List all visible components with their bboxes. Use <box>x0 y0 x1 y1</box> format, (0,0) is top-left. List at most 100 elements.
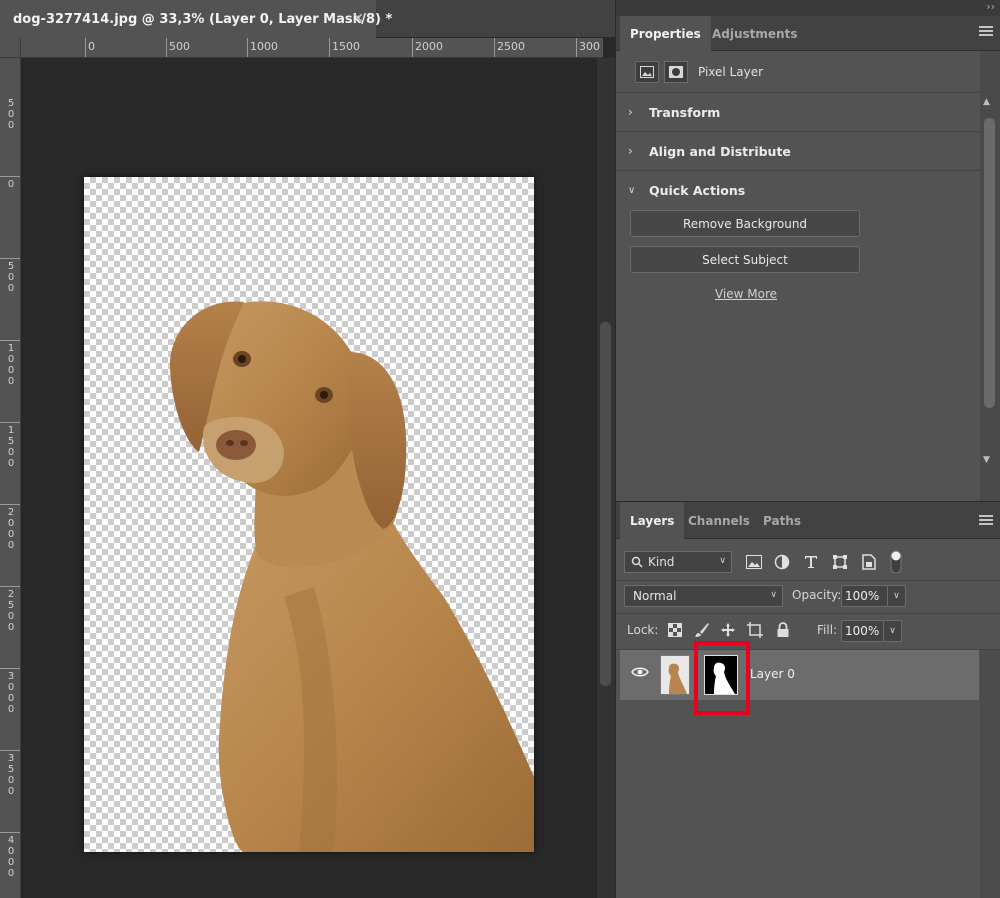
eye-icon[interactable] <box>631 666 649 682</box>
ruler-tick <box>0 586 20 587</box>
ruler-label: 1500 <box>7 425 15 469</box>
layer-name: Layer 0 <box>750 667 795 681</box>
ruler-tick <box>247 38 248 57</box>
image-filter-icon[interactable] <box>744 552 764 572</box>
scroll-down-icon[interactable]: ▼ <box>983 455 990 465</box>
tab-channels[interactable]: Channels <box>678 502 760 539</box>
section-transform[interactable]: › Transform <box>616 93 980 132</box>
lock-label: Lock: <box>627 623 659 637</box>
ruler-label: 4000 <box>7 835 15 879</box>
layer-thumbnail[interactable] <box>660 655 690 695</box>
panel-dock: ›› Properties Adjustments Pixel Layer › … <box>615 0 1000 898</box>
document-canvas[interactable] <box>84 177 534 852</box>
ruler-tick <box>0 832 20 833</box>
ruler-label: 3500 <box>7 753 15 797</box>
divider <box>616 613 1000 614</box>
filter-kind-select[interactable]: Kind ∨ <box>624 551 732 573</box>
section-transform-title: Transform <box>649 104 721 120</box>
tab-paths[interactable]: Paths <box>753 502 811 539</box>
scroll-up-icon[interactable]: ▲ <box>983 97 990 107</box>
ruler-tick <box>0 504 20 505</box>
shape-filter-icon[interactable] <box>830 552 850 572</box>
lock-position-icon[interactable] <box>719 621 737 639</box>
properties-scrollbar-thumb[interactable] <box>984 118 995 408</box>
ruler-tick <box>0 258 20 259</box>
document-tab[interactable]: dog-3277414.jpg @ 33,3% (Layer 0, Layer … <box>0 0 392 38</box>
panel-menu-icon[interactable] <box>979 26 993 38</box>
mask-icon[interactable] <box>664 61 688 83</box>
ruler-tick <box>0 422 20 423</box>
chevron-right-icon: › <box>628 105 633 119</box>
ruler-tick <box>0 750 20 751</box>
properties-panel: Pixel Layer › Transform › Align and Dist… <box>616 51 1000 501</box>
fill-dropdown-icon[interactable]: ∨ <box>884 620 902 642</box>
filter-toggle-icon[interactable] <box>890 550 902 574</box>
layer-row[interactable]: Layer 0 <box>620 650 979 700</box>
ruler-label: 2500 <box>7 589 15 633</box>
section-quick-actions[interactable]: ∨ Quick Actions <box>616 171 980 210</box>
horizontal-ruler[interactable]: 0 500 1000 1500 2000 2500 300 <box>21 38 603 58</box>
layer-mask-thumbnail[interactable] <box>704 655 738 695</box>
select-subject-button[interactable]: Select Subject <box>630 246 860 273</box>
section-align-title: Align and Distribute <box>649 143 791 159</box>
lock-all-icon[interactable] <box>774 621 792 639</box>
ruler-label: 500 <box>7 98 15 131</box>
tab-properties[interactable]: Properties <box>620 16 711 51</box>
fill-label: Fill: <box>817 623 838 637</box>
search-icon <box>631 556 643 568</box>
ruler-label: 2000 <box>7 507 15 551</box>
ruler-label: 0 <box>88 40 95 53</box>
ruler-corner[interactable] <box>0 38 21 58</box>
ruler-label: 500 <box>7 261 15 294</box>
ruler-label: 2500 <box>497 40 525 53</box>
chevron-down-icon: ∨ <box>719 556 726 566</box>
layers-panel: Kind ∨ Normal ∨ Opacity: 100% ∨ Lock: Fi… <box>616 539 1000 898</box>
ruler-label: 1000 <box>250 40 278 53</box>
section-quick-actions-title: Quick Actions <box>649 183 746 198</box>
remove-background-button[interactable]: Remove Background <box>630 210 860 237</box>
smart-object-filter-icon[interactable] <box>859 552 879 572</box>
pixel-layer-icon[interactable] <box>635 61 659 83</box>
ruler-tick <box>494 38 495 57</box>
document-tab-bar: dog-3277414.jpg @ 33,3% (Layer 0, Layer … <box>0 0 615 38</box>
adjustment-filter-icon[interactable] <box>772 552 792 572</box>
tab-layers[interactable]: Layers <box>620 502 685 539</box>
ruler-label: 1000 <box>7 343 15 387</box>
pixel-layer-row: Pixel Layer <box>616 51 980 93</box>
document-scrollbar-thumb[interactable] <box>600 322 611 686</box>
close-icon[interactable]: ✕ <box>352 11 364 27</box>
section-align-distribute[interactable]: › Align and Distribute <box>616 132 980 171</box>
ruler-label: 0 <box>7 179 15 190</box>
layers-scrollbar[interactable] <box>980 650 1000 898</box>
panel-menu-icon[interactable] <box>979 515 993 527</box>
ruler-label: 2000 <box>415 40 443 53</box>
lock-paint-icon[interactable] <box>693 621 711 639</box>
ruler-label: 3000 <box>7 671 15 715</box>
opacity-input[interactable]: 100% <box>841 585 888 607</box>
fill-input[interactable]: 100% <box>841 620 884 642</box>
type-filter-icon[interactable] <box>801 552 821 572</box>
properties-tab-bar: Properties Adjustments <box>616 16 1000 51</box>
opacity-label: Opacity: <box>792 588 842 602</box>
tab-adjustments[interactable]: Adjustments <box>702 16 807 51</box>
ruler-tick <box>0 176 20 177</box>
lock-artboard-icon[interactable] <box>746 621 764 639</box>
ruler-tick <box>0 668 20 669</box>
divider <box>616 580 1000 581</box>
chevron-down-icon: ∨ <box>770 590 777 600</box>
ruler-label: 500 <box>169 40 190 53</box>
ruler-tick <box>329 38 330 57</box>
ruler-tick <box>85 38 86 57</box>
ruler-label: 300 <box>579 40 600 53</box>
blend-mode-select[interactable]: Normal ∨ <box>624 585 783 607</box>
blend-mode-value: Normal <box>633 589 677 603</box>
dog-image <box>169 301 534 852</box>
layers-tab-bar: Layers Channels Paths <box>616 501 1000 539</box>
opacity-dropdown-icon[interactable]: ∨ <box>888 585 906 607</box>
chevron-down-icon: ∨ <box>628 185 636 196</box>
view-more-link[interactable]: View More <box>616 287 876 301</box>
ruler-tick <box>412 38 413 57</box>
vertical-ruler[interactable]: 500 0 500 1000 1500 2000 2500 3000 3500 … <box>0 58 21 898</box>
lock-transparent-icon[interactable] <box>666 621 684 639</box>
collapse-panels-icon[interactable]: ›› <box>986 0 995 13</box>
